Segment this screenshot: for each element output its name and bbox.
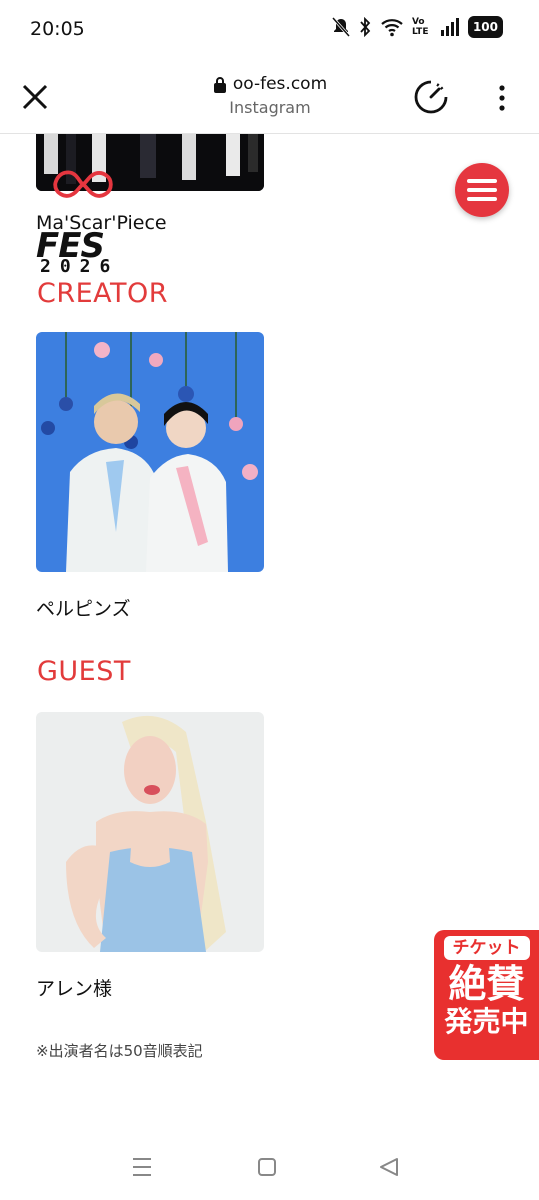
browser-toolbar: oo-fes.com Instagram	[0, 60, 539, 134]
section-title-guest: GUEST	[37, 656, 131, 687]
hamburger-icon-bar	[467, 197, 497, 201]
volte-label: Vo LTE	[411, 17, 429, 37]
ticket-status: 発売中	[444, 1005, 529, 1038]
status-time: 20:05	[30, 18, 85, 40]
signal-icon	[440, 18, 459, 36]
fes-logo-infinity-icon[interactable]	[28, 168, 138, 228]
ticket-sale-badge[interactable]: チケット 絶賛 発売中	[434, 930, 539, 1060]
more-vert-icon	[499, 85, 505, 111]
speedometer-icon	[414, 80, 448, 114]
performer-order-note: ※出演者名は50音順表記	[36, 1042, 203, 1060]
section-title-creator: CREATOR	[37, 278, 169, 309]
hamburger-icon	[467, 179, 497, 183]
close-button[interactable]	[18, 80, 52, 114]
ticket-label: チケット	[443, 936, 530, 960]
battery-indicator: 100	[467, 16, 503, 38]
ticket-highlight: 絶賛	[448, 962, 525, 1006]
wifi-icon	[381, 19, 403, 37]
hamburger-icon-bar	[467, 188, 497, 192]
back-icon[interactable]	[378, 1156, 400, 1178]
page-source-label: Instagram	[229, 98, 311, 117]
home-icon[interactable]	[257, 1156, 277, 1178]
close-icon	[22, 84, 48, 110]
system-nav-bar	[0, 1134, 539, 1200]
creator-name: ペルピンズ	[36, 598, 131, 620]
bluetooth-icon	[360, 17, 371, 37]
status-bar: 20:05 Vo LTE 100	[0, 0, 539, 60]
more-options-button[interactable]	[490, 82, 514, 114]
guest-photo[interactable]	[36, 712, 264, 952]
guest-photo-image	[36, 712, 264, 952]
hamburger-menu-button[interactable]	[455, 163, 509, 217]
creator-photo-image	[36, 332, 264, 572]
guest-name: アレン様	[36, 978, 113, 1000]
status-icons: Vo LTE 100	[331, 16, 503, 38]
bell-muted-icon	[331, 17, 350, 37]
logo-year-text: 2026	[40, 256, 120, 277]
lock-icon	[213, 76, 226, 93]
address-bar[interactable]: oo-fes.com Instagram	[150, 74, 390, 117]
url-text: oo-fes.com	[232, 74, 328, 94]
recents-icon[interactable]	[132, 1156, 152, 1178]
creator-photo[interactable]	[36, 332, 264, 572]
speedometer-button[interactable]	[412, 78, 450, 116]
